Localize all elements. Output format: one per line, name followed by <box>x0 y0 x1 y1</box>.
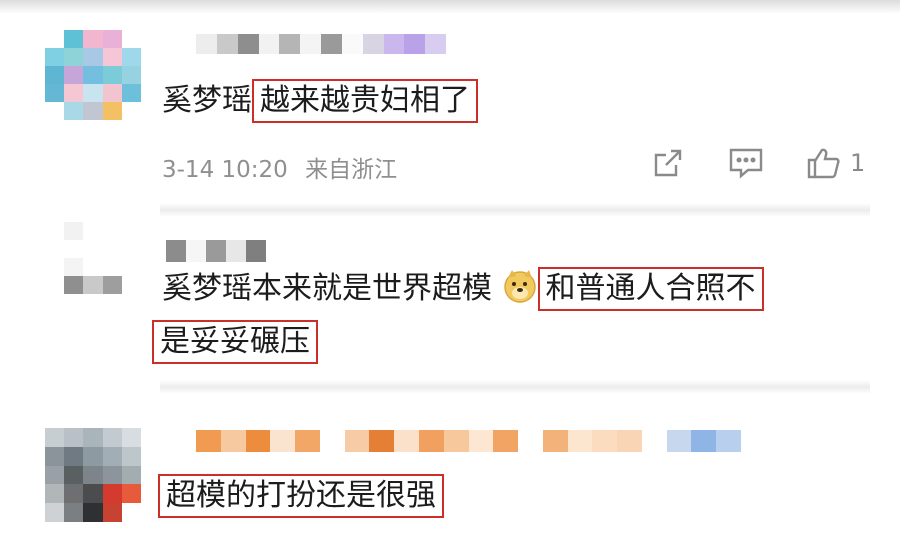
username-blurred[interactable] <box>196 34 446 54</box>
username-blurred[interactable] <box>196 430 741 452</box>
highlighted-text: 是妥妥碾压 <box>152 320 318 364</box>
comment-meta: 3-14 10:20 来自浙江 <box>162 150 397 184</box>
doge-emoji <box>502 268 538 315</box>
avatar[interactable] <box>45 30 141 120</box>
share-button[interactable] <box>651 146 685 180</box>
avatar[interactable] <box>45 222 141 312</box>
highlighted-text: 和普通人合照不 <box>537 267 764 311</box>
share-icon <box>654 149 682 177</box>
comment-icon <box>729 148 763 179</box>
comment-text-line2: 是妥妥碾压 <box>152 320 318 364</box>
comment-text: 奚梦瑶本来就是世界超模 和普通人合照不 <box>162 267 764 315</box>
highlighted-text: 超模的打扮还是很强 <box>158 474 444 518</box>
divider <box>160 203 870 217</box>
comment-text: 奚梦瑶 越来越贵妇相了 <box>162 79 478 123</box>
comment-text: 超模的打扮还是很强 <box>158 474 444 518</box>
thumbs-up-icon <box>807 148 840 179</box>
comment-prefix: 奚梦瑶 <box>162 83 252 118</box>
location: 来自浙江 <box>305 157 398 183</box>
comment-button[interactable] <box>728 146 764 180</box>
avatar[interactable] <box>45 428 141 522</box>
divider <box>160 380 870 394</box>
like-count: 1 <box>850 149 866 177</box>
highlighted-text: 越来越贵妇相了 <box>252 79 478 123</box>
comment-prefix: 奚梦瑶本来就是世界超模 <box>162 271 492 306</box>
top-shadow <box>0 0 900 14</box>
like-button[interactable]: 1 <box>806 146 865 180</box>
username-blurred[interactable] <box>166 240 266 262</box>
timestamp: 3-14 10:20 <box>162 157 288 183</box>
